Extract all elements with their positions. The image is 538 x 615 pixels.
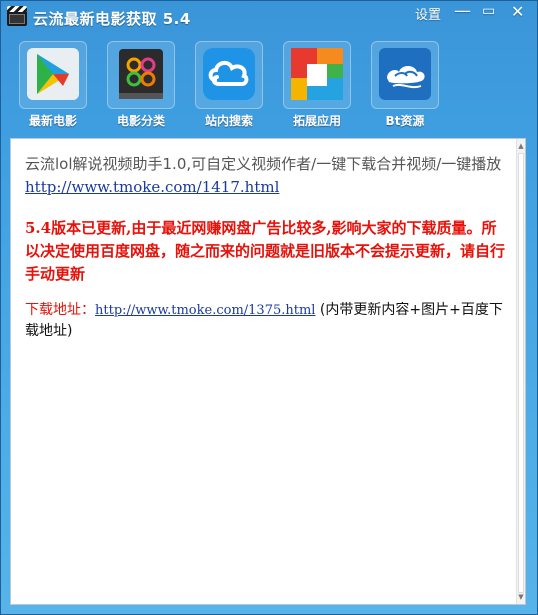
toolbar-item-label: 电影分类: [116, 114, 165, 128]
minimize-button[interactable]: —: [454, 1, 471, 21]
cloud-search-icon: [203, 48, 255, 100]
play-store-icon: [27, 48, 79, 100]
download-link[interactable]: http://www.tmoke.com/1375.html: [95, 303, 315, 318]
categories-icon: [119, 49, 163, 99]
intro-link[interactable]: http://www.tmoke.com/1417.html: [25, 178, 279, 196]
title-bar[interactable]: 云流最新电影获取 5.4 设置 — ▭ ✕: [1, 1, 537, 33]
toolbar-item-label: Bt资源: [385, 114, 425, 128]
scroll-up-arrow-icon[interactable]: ▲: [517, 141, 525, 151]
scroll-down-arrow-icon[interactable]: ▼: [517, 592, 525, 602]
toolbar-item-label: 站内搜索: [204, 114, 253, 128]
intro-paragraph: 云流lol解说视频助手1.0,可自定义视频作者/一键下载合并视频/一键播放 ht…: [25, 153, 509, 199]
restore-button[interactable]: ▭: [482, 3, 495, 19]
download-paragraph: 下载地址：http://www.tmoke.com/1375.html (内带更…: [25, 300, 509, 342]
toolbar-item-extensions[interactable]: 拓展应用: [279, 41, 355, 131]
toolbar-item-bt-resources[interactable]: Bt资源: [367, 41, 443, 131]
app-window: 云流最新电影获取 5.4 设置 — ▭ ✕ 最新电影 电影分类 站内搜索 拓展应…: [0, 0, 538, 615]
toolbar-item-latest-movies[interactable]: 最新电影: [15, 41, 91, 131]
toolbar-item-site-search[interactable]: 站内搜索: [191, 41, 267, 131]
download-label: 下载地址：: [25, 302, 95, 318]
bt-cloud-icon: [379, 48, 431, 100]
announcement-content: 云流lol解说视频助手1.0,可自定义视频作者/一键下载合并视频/一键播放 ht…: [25, 153, 509, 342]
intro-text: 云流lol解说视频助手1.0,可自定义视频作者/一键下载合并视频/一键播放: [25, 155, 502, 173]
apps-extension-icon: [291, 48, 343, 100]
settings-button[interactable]: 设置: [415, 4, 441, 23]
close-button[interactable]: ✕: [511, 2, 524, 21]
content-panel[interactable]: 云流lol解说视频助手1.0,可自定义视频作者/一键下载合并视频/一键播放 ht…: [10, 138, 526, 605]
toolbar-item-label: 拓展应用: [292, 114, 341, 128]
scroll-thumb[interactable]: [518, 153, 524, 593]
window-title: 云流最新电影获取 5.4: [33, 10, 191, 28]
toolbar-item-movie-categories[interactable]: 电影分类: [103, 41, 179, 131]
clapperboard-icon: [7, 6, 27, 26]
toolbar-item-label: 最新电影: [28, 114, 77, 128]
update-notice: 5.4版本已更新,由于最近网赚网盘广告比较多,影响大家的下载质量。所以决定使用百…: [25, 219, 506, 283]
toolbar: 最新电影 电影分类 站内搜索 拓展应用 Bt资源: [1, 37, 537, 131]
vertical-scrollbar[interactable]: ▲ ▼: [516, 139, 525, 604]
